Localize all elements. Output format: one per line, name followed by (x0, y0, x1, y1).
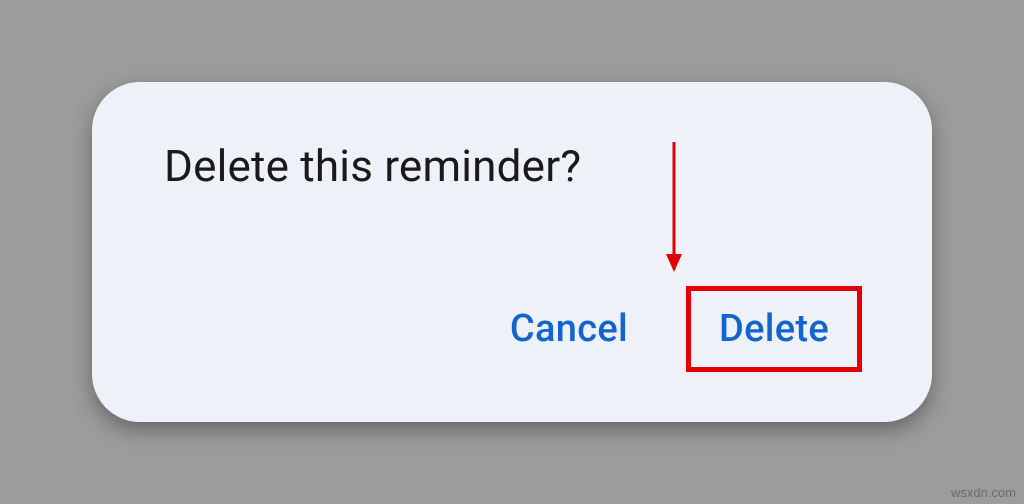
watermark-text: wsxdn.com (951, 485, 1016, 500)
delete-button-highlight: Delete (686, 286, 862, 372)
cancel-button[interactable]: Cancel (482, 291, 656, 367)
arrow-down-icon (664, 142, 684, 272)
confirm-dialog: Delete this reminder? Cancel Delete (92, 82, 932, 422)
delete-button[interactable]: Delete (691, 291, 857, 367)
dialog-button-row: Cancel Delete (152, 286, 872, 382)
dialog-title: Delete this reminder? (152, 132, 872, 192)
